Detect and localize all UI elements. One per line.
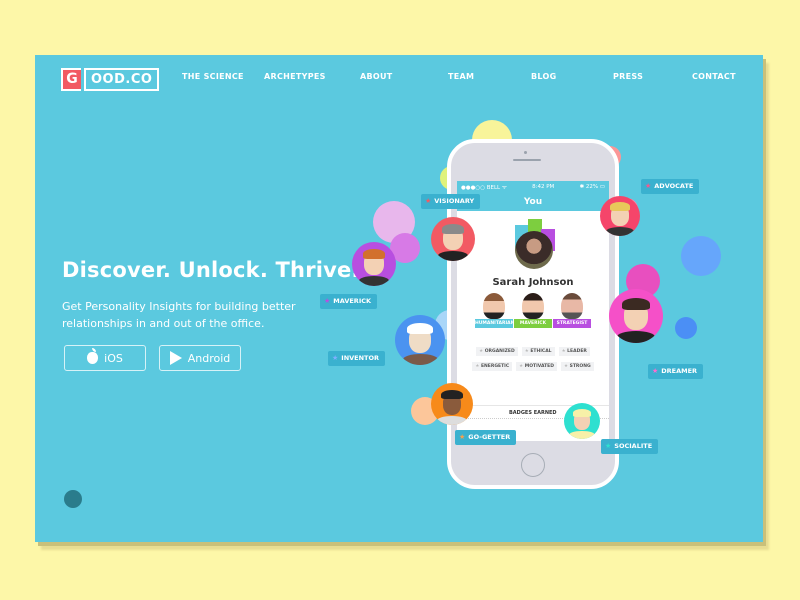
archetype-maverick: MAVERICK xyxy=(514,293,552,328)
star-icon: ★ xyxy=(332,354,339,362)
archetype-label: HUMANITARIAN xyxy=(475,319,515,328)
battery-status: ✱ 22% ▭ xyxy=(579,184,605,190)
nav-contact[interactable]: CONTACT xyxy=(692,72,736,81)
tag-inventor[interactable]: ★ INVENTOR xyxy=(328,351,386,366)
trait-badge: STRONG xyxy=(561,362,594,371)
trait-badge: ENERGETIC xyxy=(472,362,513,371)
tag-label: GO-GETTER xyxy=(468,433,511,441)
tag-advocate[interactable]: ★ ADVOCATE xyxy=(641,179,700,194)
avatar-body xyxy=(437,251,469,261)
avatar-hair xyxy=(441,389,463,399)
phone-speaker xyxy=(513,159,541,161)
avatar-body xyxy=(358,276,390,286)
tag-label: MAVERICK xyxy=(333,297,372,305)
tag-maverick[interactable]: ★ MAVERICK xyxy=(320,294,378,309)
ios-download-button[interactable]: iOS xyxy=(64,345,146,371)
tag-label: SOCIALITE xyxy=(614,442,653,450)
avatar-hair xyxy=(407,323,433,334)
avatar-hair xyxy=(441,224,465,234)
landing-page: G OOD.CO THE SCIENCE ARCHETYPES ABOUT TE… xyxy=(35,55,763,542)
avatar-advocate xyxy=(600,196,640,236)
avatar-face xyxy=(561,293,583,319)
avatar-go-getter xyxy=(431,383,473,425)
profile-name: Sarah Johnson xyxy=(492,277,574,288)
main-nav: THE SCIENCE ARCHETYPES ABOUT TEAM BLOG P… xyxy=(35,72,763,86)
tag-label: DREAMER xyxy=(661,367,698,375)
archetype-humanitarian: HUMANITARIAN xyxy=(475,293,515,328)
nav-blog[interactable]: BLOG xyxy=(531,72,556,81)
tag-socialite[interactable]: ★ SOCIALITE xyxy=(601,439,659,454)
avatar-maverick xyxy=(352,242,396,286)
star-icon: ★ xyxy=(645,182,652,190)
trait-badge: LEADER xyxy=(558,347,590,356)
avatar-hair xyxy=(621,297,651,310)
tag-label: ADVOCATE xyxy=(654,182,694,190)
decor-bubble xyxy=(681,236,721,276)
tag-label: VISIONARY xyxy=(434,197,475,205)
tag-visionary[interactable]: ★ VISIONARY xyxy=(421,194,481,209)
avatar-visionary xyxy=(431,217,475,261)
star-icon: ★ xyxy=(605,442,612,450)
nav-archetypes[interactable]: ARCHETYPES xyxy=(264,72,326,81)
avatar-body xyxy=(402,354,438,365)
archetype-strategist: STRATEGIST xyxy=(553,293,591,328)
star-icon: ★ xyxy=(459,433,466,441)
trait-badge: ORGANIZED xyxy=(476,347,518,356)
avatar-body xyxy=(437,415,467,425)
status-time: 8:42 PM xyxy=(532,184,555,190)
avatar-body xyxy=(617,331,655,343)
avatar-face xyxy=(483,293,505,319)
avatar-dreamer xyxy=(609,289,663,343)
phone-camera xyxy=(524,151,527,154)
avatar-inventor xyxy=(395,315,445,365)
archetype-label: STRATEGIST xyxy=(553,319,591,328)
nav-team[interactable]: TEAM xyxy=(448,72,474,81)
ios-button-label: iOS xyxy=(104,351,123,365)
nav-press[interactable]: PRESS xyxy=(613,72,643,81)
hero-title: Discover. Unlock. Thrive. xyxy=(62,258,360,282)
nav-the-science[interactable]: THE SCIENCE xyxy=(182,72,244,81)
avatar-body xyxy=(606,227,634,236)
android-button-label: Android xyxy=(187,351,231,365)
archetype-label: MAVERICK xyxy=(514,319,552,328)
avatar-hair xyxy=(362,249,386,259)
home-button[interactable] xyxy=(521,453,545,477)
tag-label: INVENTOR xyxy=(341,354,380,362)
profile-photo xyxy=(515,231,553,269)
star-icon: ★ xyxy=(652,367,659,375)
avatar-face xyxy=(522,293,544,319)
star-icon: ★ xyxy=(425,197,432,205)
carrier-signal: ●●●○○ BELL ᯤ xyxy=(461,185,507,191)
avatar-body xyxy=(569,431,595,439)
trait-badge: MOTIVATED xyxy=(516,362,557,371)
hero-subtitle: Get Personality Insights for building be… xyxy=(62,300,296,330)
trait-list: ORGANIZED ETHICAL LEADER ENERGETIC MOTIV… xyxy=(465,347,601,371)
avatar-hair xyxy=(609,202,631,212)
star-icon: ★ xyxy=(324,297,331,305)
tag-go-getter[interactable]: ★ GO-GETTER xyxy=(455,430,517,445)
carousel-dot[interactable] xyxy=(64,490,82,508)
apple-icon xyxy=(87,348,99,364)
phone-screen: ●●●○○ BELL ᯤ 8:42 PM ✱ 22% ▭ You Sarah J… xyxy=(457,181,609,441)
tag-dreamer[interactable]: ★ DREAMER xyxy=(648,364,704,379)
status-bar: ●●●○○ BELL ᯤ 8:42 PM ✱ 22% ▭ xyxy=(457,181,609,193)
nav-about[interactable]: ABOUT xyxy=(360,72,393,81)
android-download-button[interactable]: Android xyxy=(159,345,241,371)
avatar-socialite xyxy=(564,403,600,439)
decor-bubble xyxy=(675,317,697,339)
avatar-hair xyxy=(572,408,592,417)
trait-badge: ETHICAL xyxy=(521,347,555,356)
play-icon xyxy=(169,351,182,365)
